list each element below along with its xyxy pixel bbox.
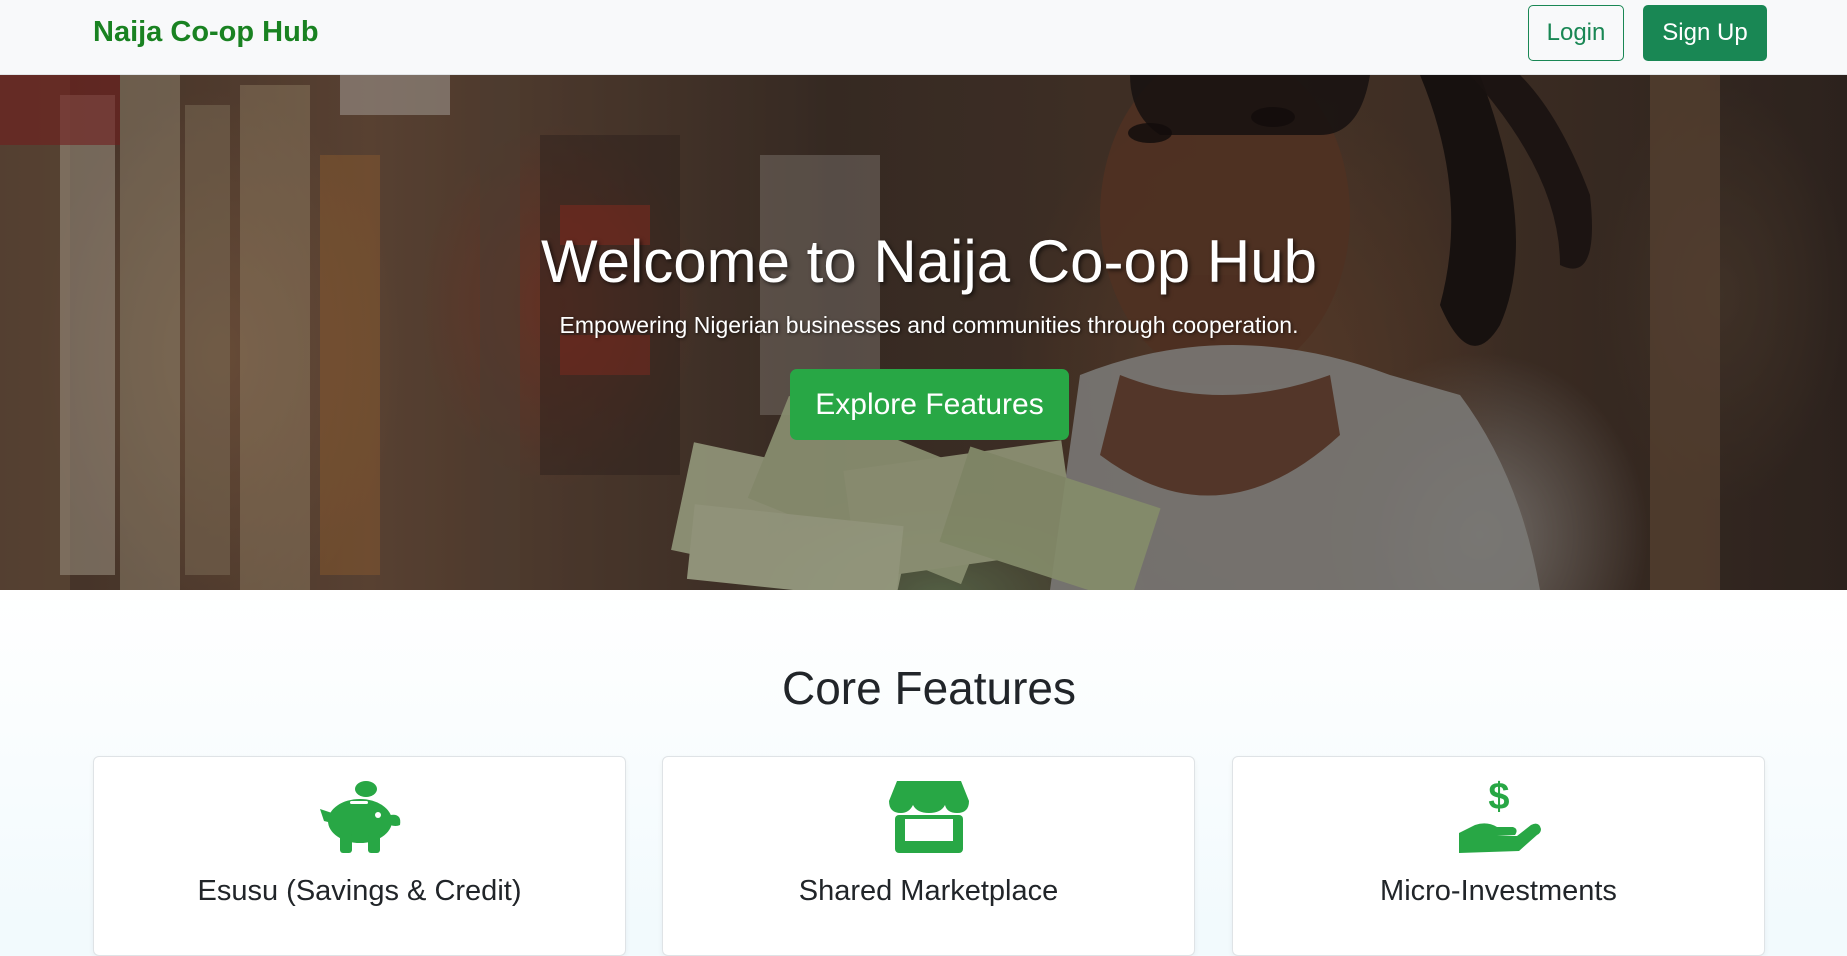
feature-card-title: Esusu (Savings & Credit)	[197, 875, 522, 907]
login-button[interactable]: Login	[1528, 5, 1624, 61]
feature-card-micro-investments[interactable]: $ Micro-Investments	[1232, 756, 1765, 956]
piggy-bank-icon	[318, 779, 402, 855]
hero-section: Welcome to Naija Co-op Hub Empowering Ni…	[0, 75, 1847, 590]
feature-card-esusu[interactable]: Esusu (Savings & Credit)	[93, 756, 626, 956]
hero-subtitle: Empowering Nigerian businesses and commu…	[559, 312, 1299, 338]
top-navbar: Naija Co-op Hub Login Sign Up	[0, 0, 1847, 75]
feature-card-marketplace[interactable]: Shared Marketplace	[662, 756, 1195, 956]
shop-icon	[887, 779, 971, 855]
hero-title: Welcome to Naija Co-op Hub	[541, 228, 1317, 295]
hand-holding-dollar-icon: $	[1457, 779, 1541, 855]
feature-card-title: Shared Marketplace	[798, 875, 1059, 907]
core-features-section: Core Features Esusu (Savings & Credit) S…	[0, 590, 1847, 956]
feature-card-title: Micro-Investments	[1380, 875, 1617, 907]
svg-text:$: $	[1488, 779, 1509, 818]
signup-button[interactable]: Sign Up	[1643, 5, 1767, 61]
features-heading: Core Features	[781, 662, 1076, 714]
brand-logo-link[interactable]: Naija Co-op Hub	[93, 16, 319, 49]
explore-features-button[interactable]: Explore Features	[790, 369, 1069, 440]
